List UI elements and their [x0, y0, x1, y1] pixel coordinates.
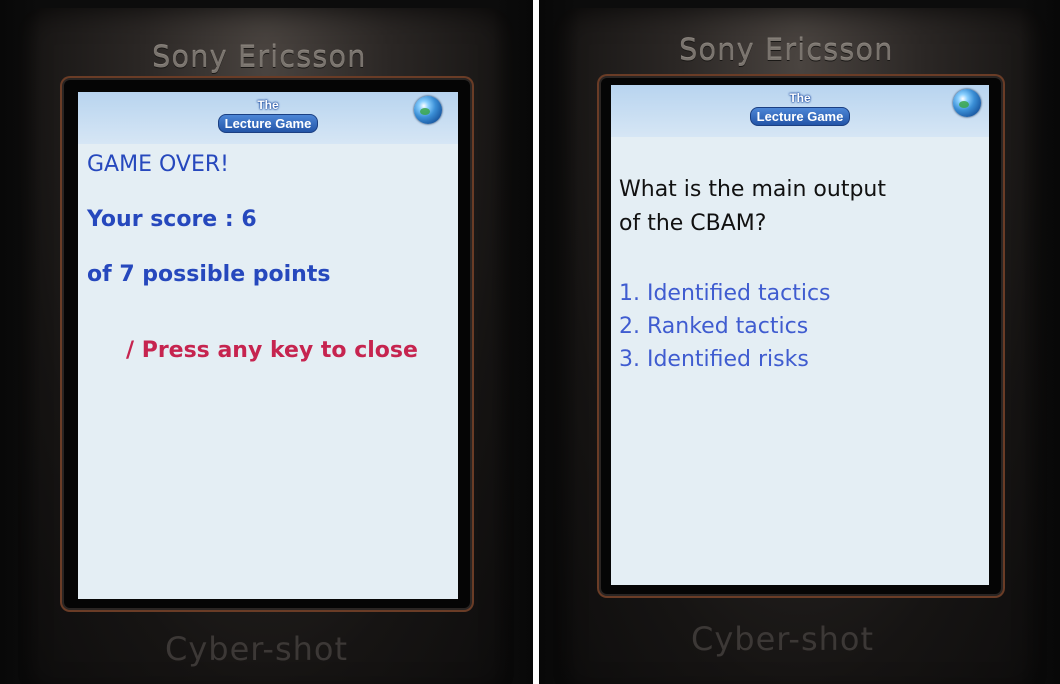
edge-shade	[1020, 0, 1060, 684]
answer-option-2[interactable]: 2. Ranked tactics	[619, 314, 808, 339]
right-phone-photo: Sony Ericsson The Lecture Game What is t…	[539, 0, 1060, 684]
camera-model-label: Cyber-shot	[691, 620, 875, 658]
brand-logo: Sony Ericsson	[152, 40, 367, 74]
app-title-badge: Lecture Game	[749, 107, 851, 126]
app-title-bar: The Lecture Game	[78, 92, 458, 144]
edge-shade	[539, 0, 579, 684]
app-title-line1: The	[257, 98, 279, 112]
phone-screen: The Lecture Game What is the main output…	[611, 85, 989, 585]
app-title-line1: The	[789, 91, 811, 105]
question-line-1: What is the main output	[619, 177, 886, 202]
app-title-line2: Lecture Game	[78, 113, 458, 133]
left-phone-photo: Sony Ericsson The Lecture Game GAME OVER…	[0, 0, 533, 684]
question-line-2: of the CBAM?	[619, 211, 767, 236]
app-title-line2: Lecture Game	[611, 106, 989, 126]
phone-screen: The Lecture Game GAME OVER! Your score :…	[78, 92, 458, 599]
edge-shade	[493, 0, 533, 684]
camera-model-label: Cyber-shot	[165, 630, 349, 668]
answer-option-1[interactable]: 1. Identified tactics	[619, 281, 831, 306]
brand-logo: Sony Ericsson	[679, 33, 894, 67]
score-text: Your score : 6	[87, 207, 257, 232]
game-over-heading: GAME OVER!	[87, 152, 229, 177]
press-key-prompt[interactable]: / Press any key to close	[126, 338, 418, 363]
edge-shade	[0, 0, 40, 684]
possible-points-text: of 7 possible points	[87, 262, 331, 287]
globe-icon	[953, 89, 981, 117]
app-title-bar: The Lecture Game	[611, 85, 989, 137]
app-title-badge: Lecture Game	[217, 114, 319, 133]
globe-icon	[414, 96, 442, 124]
answer-option-3[interactable]: 3. Identified risks	[619, 347, 809, 372]
